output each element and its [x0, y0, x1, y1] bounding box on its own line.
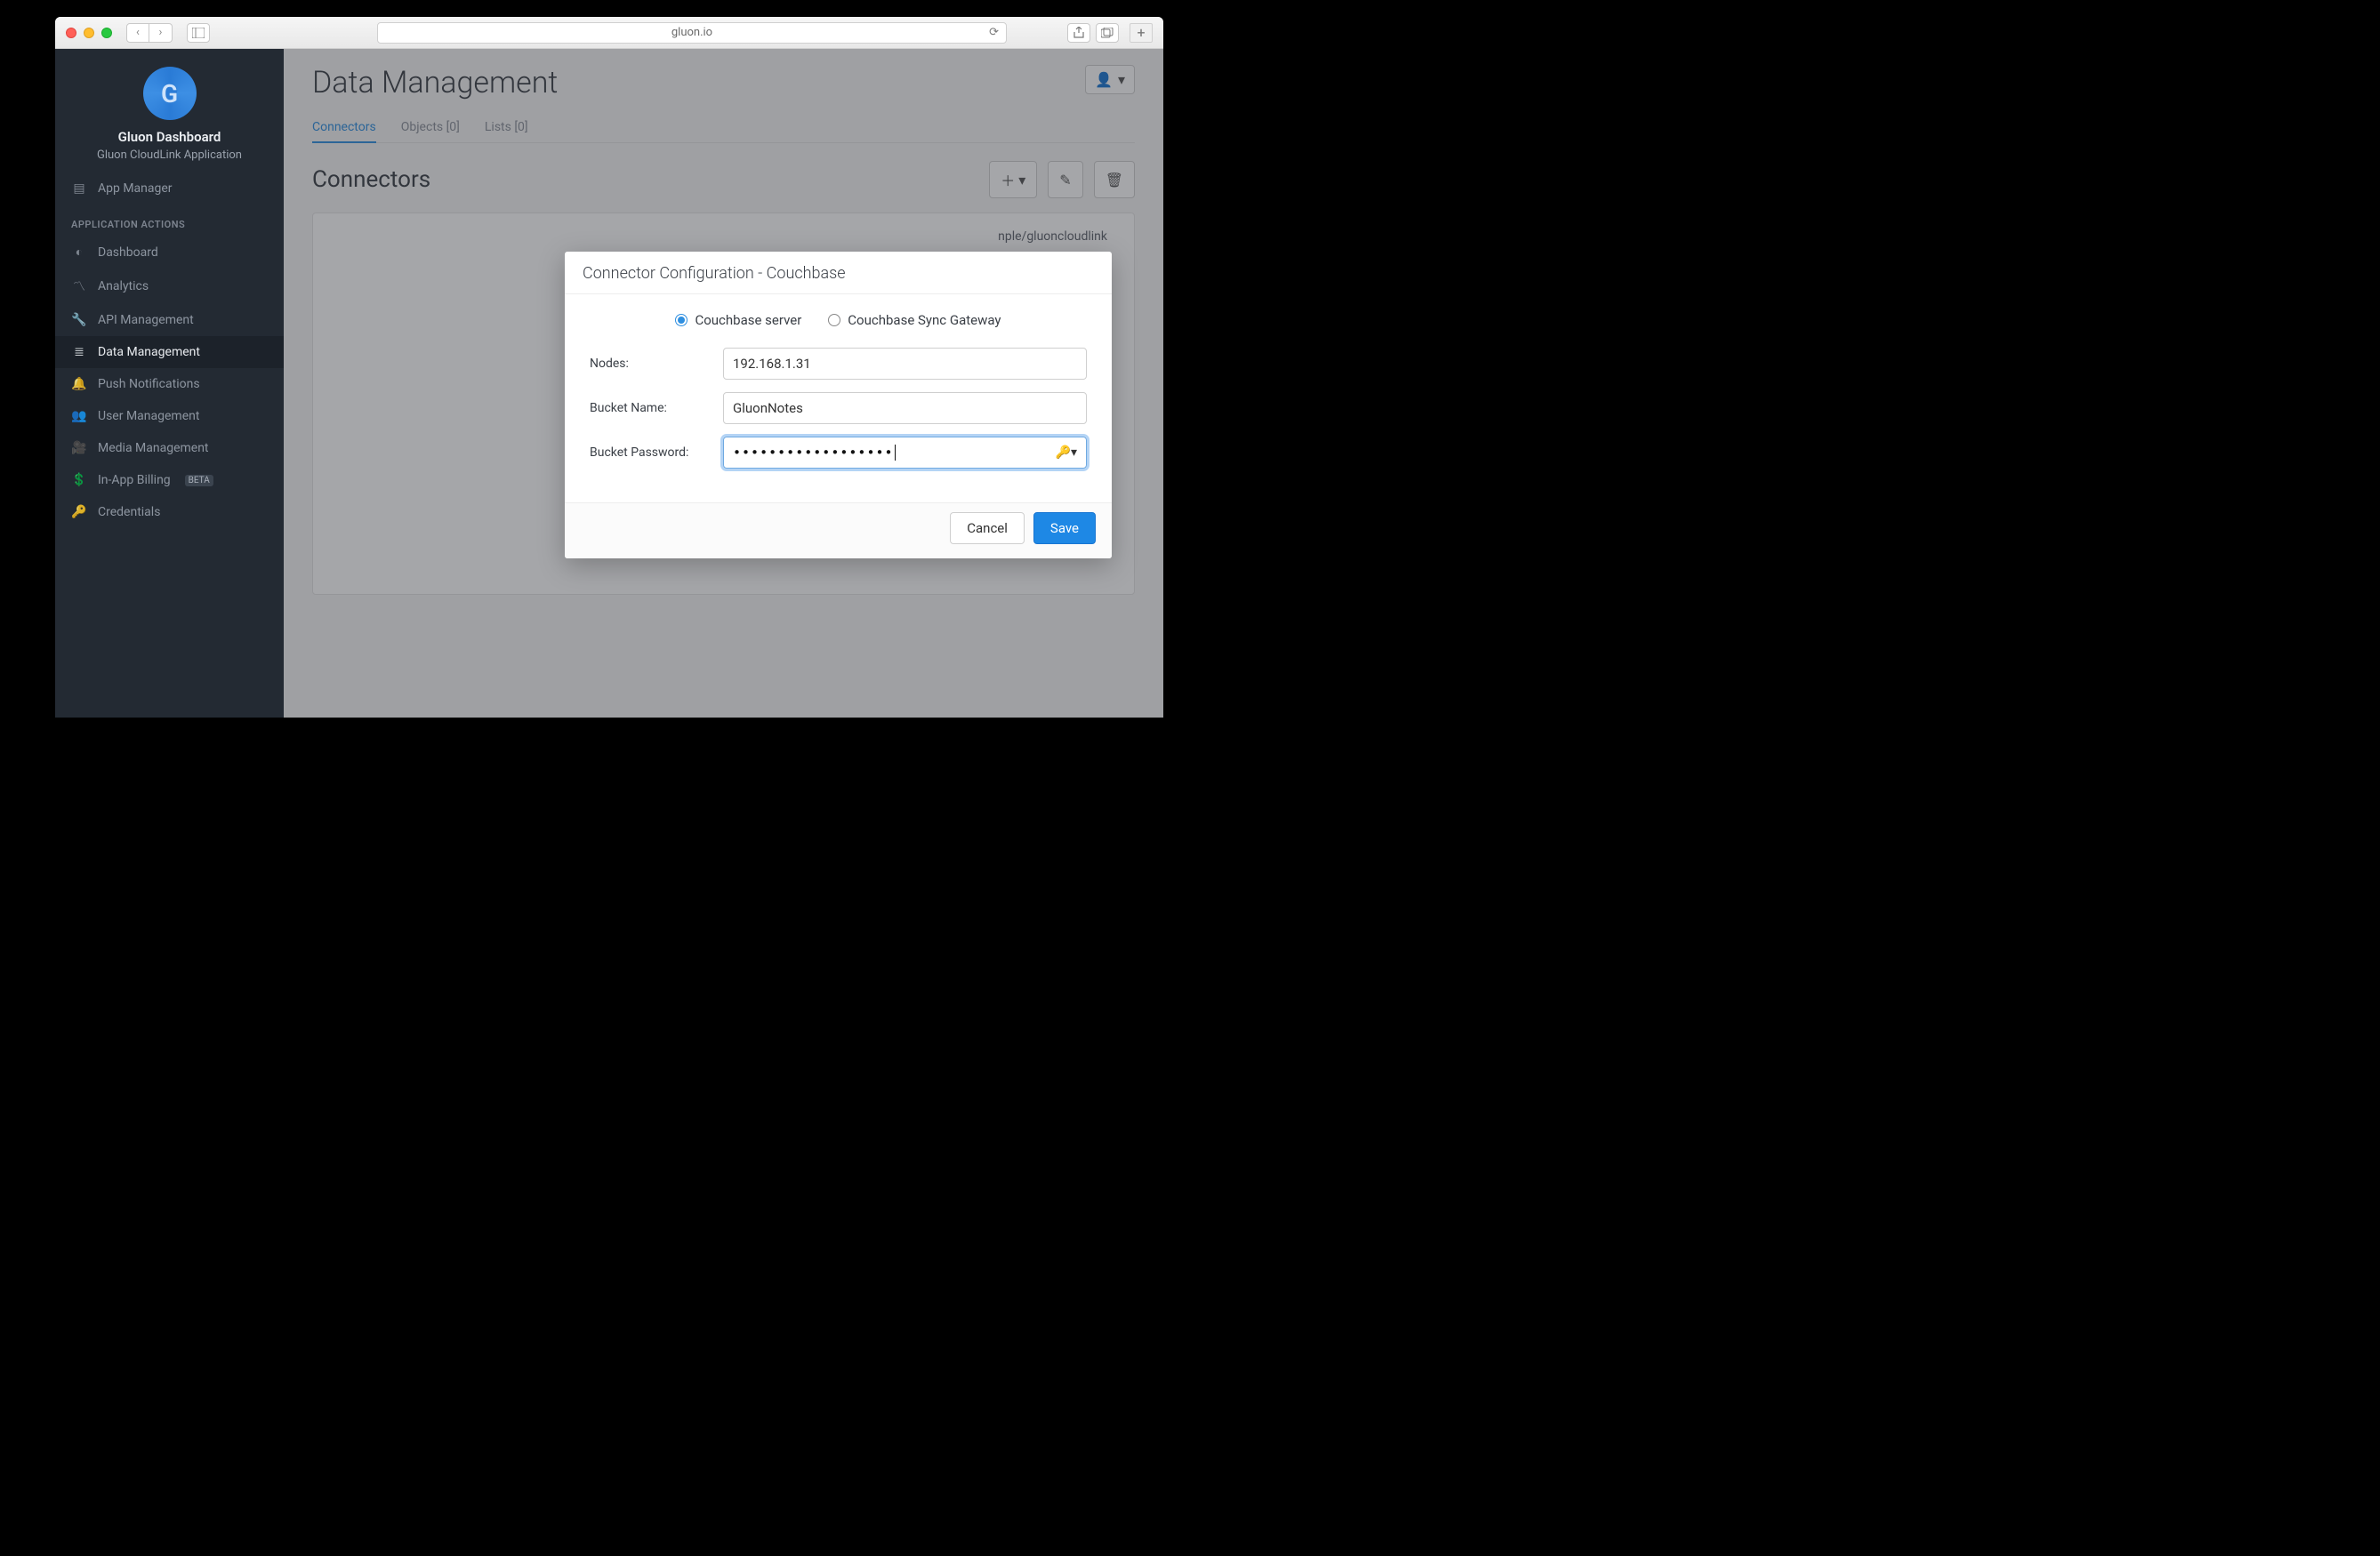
- data-icon: ≣: [71, 345, 87, 359]
- sidebar: G Gluon Dashboard Gluon CloudLink Applic…: [55, 49, 284, 718]
- app-manager-icon: ▤: [71, 181, 87, 196]
- bell-icon: 🔔: [71, 377, 87, 391]
- dashboard-icon: ◐: [71, 245, 87, 260]
- text-caret: [895, 445, 896, 461]
- browser-window: ‹ › gluon.io ⟳ + G Gluon Dashboard Gluon…: [55, 17, 1163, 718]
- main-content: Data Management 👤 ▾ Connectors Objects […: [284, 49, 1163, 718]
- url-bar[interactable]: gluon.io ⟳: [377, 22, 1007, 44]
- cancel-button[interactable]: Cancel: [950, 512, 1025, 544]
- sidebar-title: Gluon Dashboard: [62, 129, 277, 145]
- new-tab-button[interactable]: +: [1130, 23, 1153, 43]
- radio-icon: [828, 314, 840, 326]
- nodes-label: Nodes:: [590, 357, 723, 371]
- sidebar-subtitle: Gluon CloudLink Application: [62, 148, 277, 162]
- sidebar-toggle-button[interactable]: [187, 23, 210, 43]
- wrench-icon: 🔧: [71, 313, 87, 327]
- bucket-name-label: Bucket Name:: [590, 401, 723, 415]
- beta-badge: BETA: [185, 475, 213, 486]
- gluon-logo: G: [143, 67, 197, 120]
- billing-icon: 💲: [71, 473, 87, 487]
- sidebar-item-media[interactable]: 🎥 Media Management: [55, 432, 284, 464]
- sidebar-item-credentials[interactable]: 🔑 Credentials: [55, 496, 284, 528]
- radio-label: Couchbase server: [695, 312, 801, 328]
- sidebar-item-label: Dashboard: [98, 245, 158, 260]
- back-button[interactable]: ‹: [126, 23, 149, 43]
- browser-titlebar: ‹ › gluon.io ⟳ +: [55, 17, 1163, 49]
- radio-couchbase-sync-gateway[interactable]: Couchbase Sync Gateway: [828, 312, 1001, 328]
- minimize-window-button[interactable]: [84, 28, 94, 38]
- sidebar-item-label: Analytics: [98, 279, 149, 293]
- sidebar-item-label: Data Management: [98, 345, 200, 359]
- sidebar-item-label: Push Notifications: [98, 377, 200, 391]
- radio-couchbase-server[interactable]: Couchbase server: [675, 312, 801, 328]
- share-button[interactable]: [1067, 23, 1090, 43]
- reload-icon[interactable]: ⟳: [989, 26, 999, 39]
- bucket-password-input[interactable]: •••••••••••••••••• 🔑▾: [723, 437, 1087, 469]
- sidebar-item-api[interactable]: 🔧 API Management: [55, 304, 284, 336]
- sidebar-item-label: Media Management: [98, 441, 209, 455]
- password-key-icon[interactable]: 🔑▾: [1056, 445, 1077, 460]
- radio-icon: [675, 314, 687, 326]
- sidebar-item-analytics[interactable]: 〽 Analytics: [55, 269, 284, 304]
- analytics-icon: 〽: [71, 277, 87, 295]
- nodes-input[interactable]: 192.168.1.31: [723, 348, 1087, 380]
- sidebar-item-billing[interactable]: 💲 In-App Billing BETA: [55, 464, 284, 496]
- sidebar-group-label: APPLICATION ACTIONS: [55, 205, 284, 236]
- sidebar-item-data-management[interactable]: ≣ Data Management: [55, 336, 284, 368]
- zoom-window-button[interactable]: [101, 28, 112, 38]
- sidebar-item-label: In-App Billing: [98, 473, 171, 487]
- tabs-button[interactable]: [1096, 23, 1119, 43]
- modal-title: Connector Configuration - Couchbase: [565, 252, 1112, 294]
- save-button[interactable]: Save: [1033, 512, 1096, 544]
- bucket-name-input[interactable]: GluonNotes: [723, 392, 1087, 424]
- sidebar-item-dashboard[interactable]: ◐ Dashboard: [55, 236, 284, 269]
- radio-label: Couchbase Sync Gateway: [848, 312, 1001, 328]
- sidebar-item-label: Credentials: [98, 505, 160, 519]
- sidebar-item-label: App Manager: [98, 181, 173, 196]
- sidebar-item-label: API Management: [98, 313, 194, 327]
- sidebar-item-push[interactable]: 🔔 Push Notifications: [55, 368, 284, 400]
- key-icon: 🔑: [71, 505, 87, 519]
- forward-button[interactable]: ›: [149, 23, 173, 43]
- users-icon: 👥: [71, 409, 87, 423]
- close-window-button[interactable]: [66, 28, 76, 38]
- sidebar-item-label: User Management: [98, 409, 199, 423]
- sidebar-item-users[interactable]: 👥 User Management: [55, 400, 284, 432]
- media-icon: 🎥: [71, 441, 87, 455]
- sidebar-item-app-manager[interactable]: ▤ App Manager: [55, 172, 284, 205]
- bucket-password-label: Bucket Password:: [590, 445, 723, 460]
- traffic-lights: [66, 28, 112, 38]
- url-text: gluon.io: [671, 26, 712, 39]
- connector-config-modal: Connector Configuration - Couchbase Couc…: [565, 252, 1112, 558]
